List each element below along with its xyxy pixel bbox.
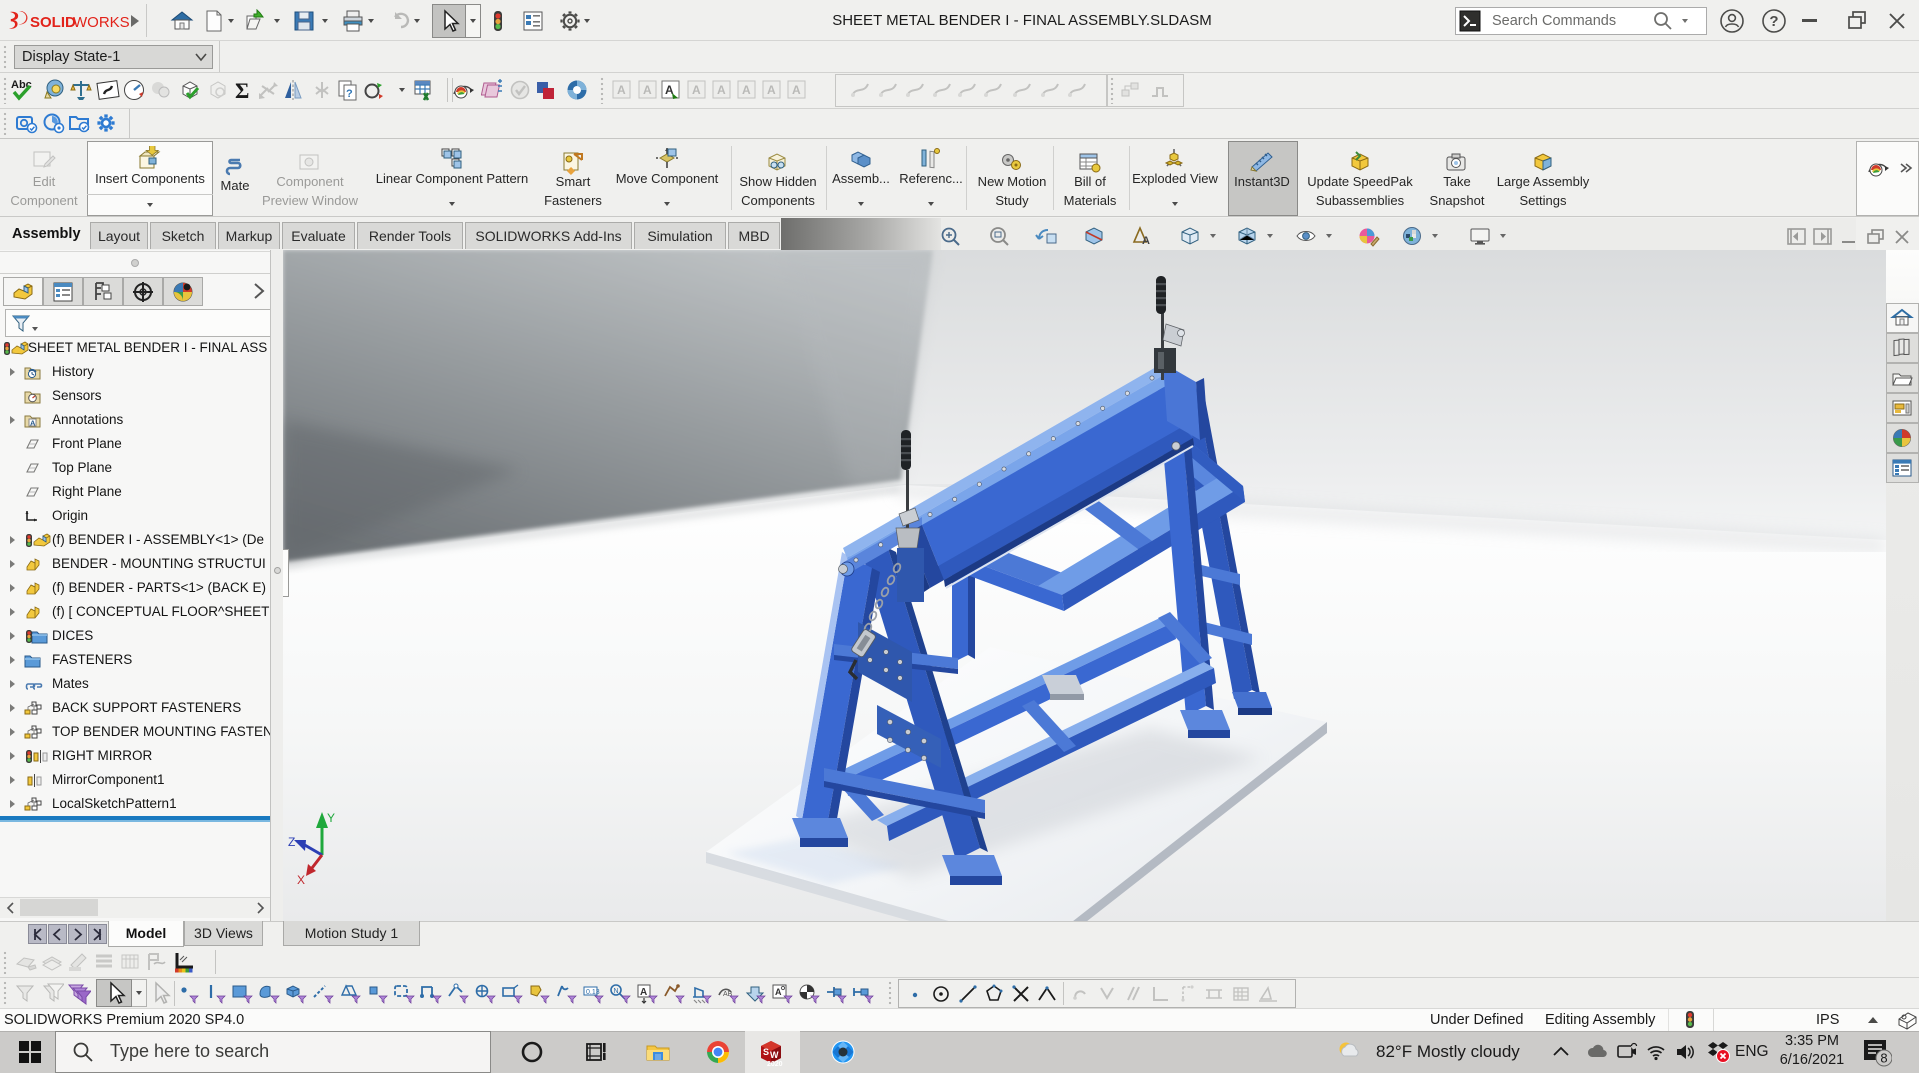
svg-text:Y: Y	[327, 811, 335, 825]
svg-text:A: A	[767, 83, 776, 97]
svg-text:?: ?	[346, 88, 353, 100]
svg-text:SOLID: SOLID	[30, 14, 76, 31]
svg-text:X: X	[297, 873, 305, 887]
svg-text:A: A	[692, 83, 701, 97]
svg-text:A: A	[1142, 235, 1150, 247]
svg-text:WORKS: WORKS	[73, 14, 130, 31]
svg-text:?: ?	[1769, 13, 1778, 30]
svg-text:A: A	[775, 987, 782, 997]
svg-text:8: 8	[1880, 1051, 1887, 1066]
svg-text:A: A	[643, 83, 652, 97]
svg-text:2020: 2020	[767, 1061, 783, 1068]
svg-text:N: N	[614, 988, 619, 995]
svg-text:W: W	[770, 1050, 779, 1060]
svg-text:0.13: 0.13	[586, 989, 600, 996]
svg-text:A: A	[617, 83, 626, 97]
svg-text:Σ: Σ	[235, 78, 249, 102]
svg-text:A: A	[717, 83, 726, 97]
svg-text:A: A	[640, 987, 647, 998]
svg-text:A: A	[792, 83, 801, 97]
svg-text:A: A	[742, 83, 751, 97]
svg-text:Z: Z	[288, 835, 295, 849]
svg-text:S: S	[763, 1047, 769, 1057]
svg-text:A: A	[30, 419, 36, 428]
